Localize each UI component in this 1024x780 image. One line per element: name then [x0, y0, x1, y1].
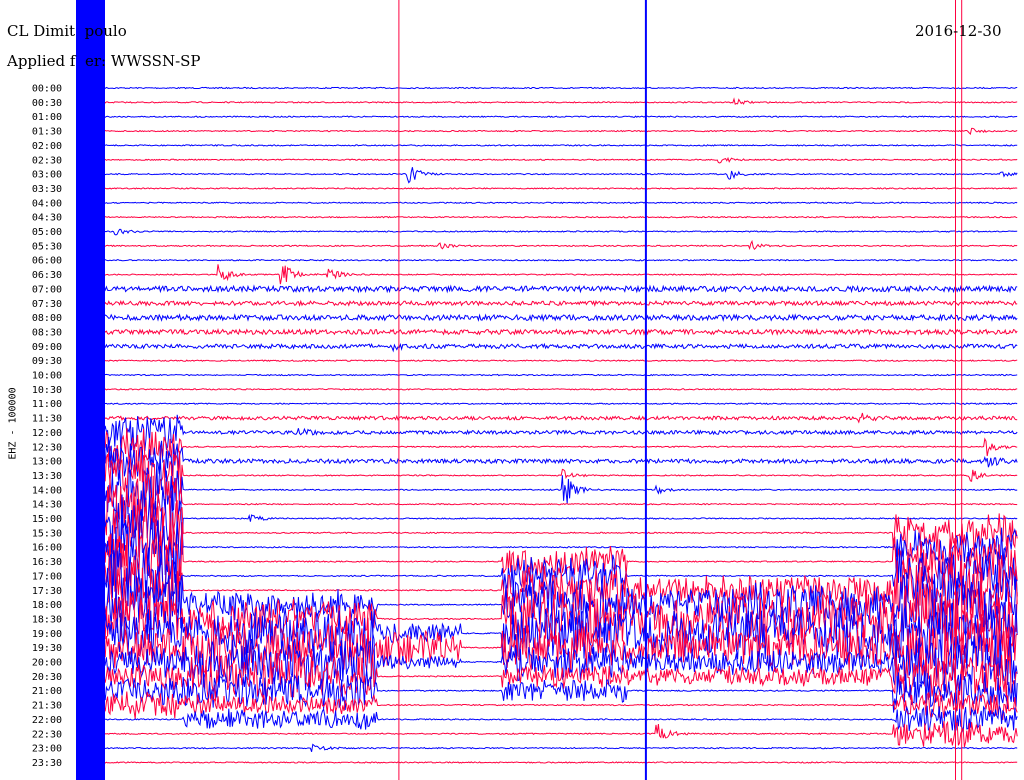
trace-row-2130	[79, 690, 1018, 720]
trace-row-1330	[80, 447, 1018, 503]
row-label: 21:30	[32, 701, 62, 712]
row-label: 19:30	[32, 643, 62, 654]
trace-row-0030	[79, 97, 1018, 105]
row-label: 03:00	[32, 170, 62, 181]
row-label: 07:30	[32, 299, 62, 310]
row-label: 14:30	[32, 500, 62, 511]
row-label: 06:30	[32, 270, 62, 281]
row-label: 03:30	[32, 184, 62, 195]
row-label: 12:00	[32, 428, 62, 439]
row-label: 01:30	[32, 127, 62, 138]
trace-row-0300	[79, 167, 1018, 184]
trace-row-1300	[79, 436, 1018, 480]
row-label: 04:30	[32, 213, 62, 224]
row-label: 05:30	[32, 241, 62, 252]
trace-row-0730	[79, 299, 1018, 307]
trace-row-0530	[79, 239, 1018, 250]
trace-row-2230	[79, 720, 1018, 748]
row-label: 23:30	[32, 758, 62, 769]
trace-row-0600	[79, 258, 1018, 262]
trace-row-0800	[79, 313, 1018, 323]
row-label: 10:30	[32, 385, 62, 396]
trace-row-1600	[79, 509, 1018, 586]
trace-row-0630	[79, 264, 1018, 285]
channel-axis-label: EHZ - 100000	[7, 387, 19, 460]
row-label: 18:00	[32, 600, 62, 611]
trace-row-1100	[79, 402, 1018, 405]
row-label: 17:00	[32, 571, 62, 582]
clipped-trace-band	[76, 0, 105, 780]
trace-group	[76, 0, 1018, 780]
trace-row-0500	[79, 228, 1018, 236]
row-label: 11:00	[32, 399, 62, 410]
row-label: 13:30	[32, 471, 62, 482]
row-label: 19:00	[32, 629, 62, 640]
trace-row-0230	[79, 156, 1018, 164]
row-label: 15:30	[32, 528, 62, 539]
trace-row-1400	[79, 458, 1018, 520]
trace-row-0830	[79, 327, 1018, 336]
trace-row-1500	[79, 481, 1018, 555]
row-label: 13:00	[32, 457, 62, 468]
row-label: 12:30	[32, 442, 62, 453]
row-label: 23:00	[32, 744, 62, 755]
row-label: 07:00	[32, 284, 62, 295]
trace-row-0430	[79, 215, 1018, 219]
row-label: 09:00	[32, 342, 62, 353]
helicorder-plot: 00:00 00:30 01:00 01:30 02:00 02:30 03:00 03:30…	[32, 0, 1018, 780]
row-label: 09:30	[32, 356, 62, 367]
row-label: 22:00	[32, 715, 62, 726]
row-label: 17:30	[32, 586, 62, 597]
trace-row-1230	[79, 428, 1018, 465]
row-label: 20:30	[32, 672, 62, 683]
trace-row-0900	[79, 342, 1018, 353]
row-label: 02:00	[32, 141, 62, 152]
trace-row-0130	[79, 127, 1018, 135]
row-label: 05:00	[32, 227, 62, 238]
filter-label: Applied f er: WWSSN-SP	[7, 52, 201, 70]
trace-row-1200	[79, 414, 1018, 451]
trace-row-1000	[79, 373, 1018, 377]
row-label: 02:30	[32, 155, 62, 166]
row-label-group: 00:00 00:30 01:00 01:30 02:00 02:30 03:00 03:30…	[32, 84, 62, 769]
trace-row-0700	[79, 284, 1018, 294]
trace-row-0400	[79, 201, 1018, 205]
trace-row-1430	[79, 471, 1018, 536]
row-label: 00:00	[32, 84, 62, 95]
row-label: 08:00	[32, 313, 62, 324]
date-label: 2016-12-30	[915, 22, 1002, 40]
trace-row-1030	[79, 388, 1018, 391]
row-label: 15:00	[32, 514, 62, 525]
trace-row-0100	[79, 115, 1018, 118]
row-label: 06:00	[32, 256, 62, 267]
trace-row-0200	[79, 144, 1018, 147]
row-label: 22:30	[32, 729, 62, 740]
row-label: 21:00	[32, 686, 62, 697]
row-label: 20:00	[32, 658, 62, 669]
row-label: 14:00	[32, 485, 62, 496]
row-label: 16:30	[32, 557, 62, 568]
trace-row-2330	[79, 761, 1018, 764]
row-label: 08:30	[32, 327, 62, 338]
row-label: 00:30	[32, 98, 62, 109]
trace-row-1130	[79, 412, 1018, 424]
row-label: 04:00	[32, 198, 62, 209]
row-label: 16:00	[32, 543, 62, 554]
row-label: 01:00	[32, 112, 62, 123]
station-title: CL Dimit poulo	[7, 22, 127, 40]
trace-row-0000	[79, 86, 1018, 90]
trace-row-0930	[79, 359, 1018, 362]
trace-row-0330	[79, 187, 1018, 190]
row-label: 18:30	[32, 614, 62, 625]
row-label: 11:30	[32, 414, 62, 425]
row-label: 10:00	[32, 371, 62, 382]
trace-row-2300	[79, 743, 1018, 752]
trace-row-1530	[79, 497, 1018, 566]
